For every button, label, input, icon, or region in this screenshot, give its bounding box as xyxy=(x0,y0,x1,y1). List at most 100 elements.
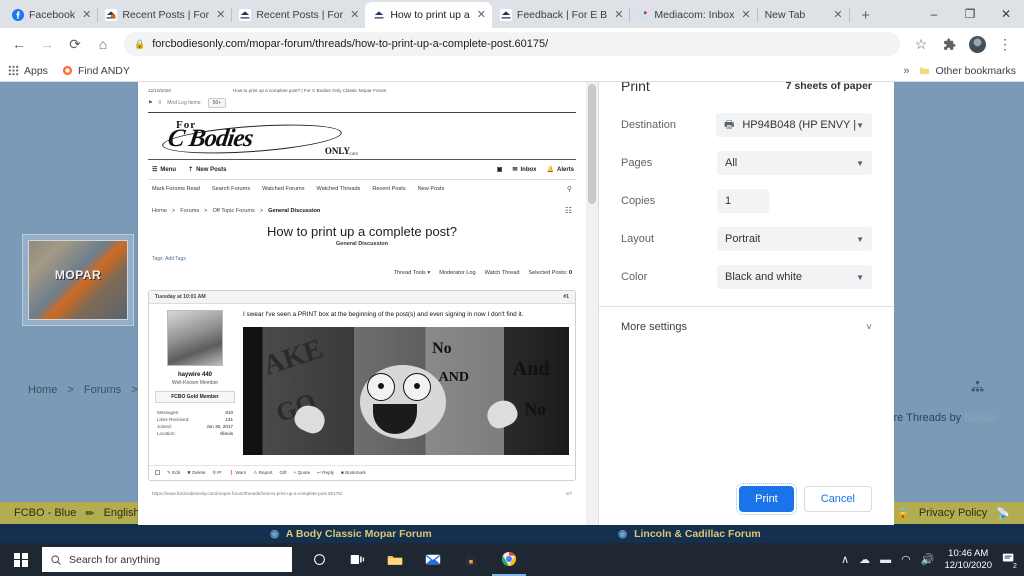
notification-center-icon[interactable]: 2 xyxy=(1002,551,1016,568)
background-breadcrumb-home[interactable]: Home xyxy=(28,384,57,396)
nav-recent-posts[interactable]: Recent Posts xyxy=(372,186,405,192)
post-image[interactable]: AKE GO No AND And No xyxy=(243,327,569,455)
color-select[interactable]: Black and white ▼ xyxy=(717,265,872,289)
link-lincoln-cadillac-forum[interactable]: ◉ Lincoln & Cadillac Forum xyxy=(618,528,761,540)
breadcrumb-forums[interactable]: Forums xyxy=(180,208,199,214)
post-number[interactable]: #1 xyxy=(563,294,569,300)
post-timestamp[interactable]: Tuesday at 10:01 AM xyxy=(155,294,206,300)
post-action-bookmark[interactable]: ■ Bookmark xyxy=(341,470,366,475)
tab-close-icon[interactable]: ✕ xyxy=(82,10,91,21)
nav-new-posts-item[interactable]: ⇡New Posts xyxy=(188,166,226,173)
site-logo[interactable]: For C Bodies ONLY .com xyxy=(148,113,576,159)
reload-button[interactable]: ⟳ xyxy=(62,31,88,57)
moderator-log-link[interactable]: Moderator Log xyxy=(439,270,475,276)
nav-watched-forums[interactable]: Watched Forums xyxy=(262,186,304,192)
bookmark-apps[interactable]: Apps xyxy=(8,65,48,77)
more-settings-toggle[interactable]: More settings ˅ xyxy=(599,307,894,347)
maximize-button[interactable]: ❐ xyxy=(952,0,988,28)
tab-close-icon[interactable]: ✕ xyxy=(833,10,842,21)
taskbar-clock[interactable]: 10:46 AM 12/10/2020 xyxy=(944,548,992,572)
sitemap-icon[interactable] xyxy=(971,380,984,396)
style-chooser-label[interactable]: FCBO - Blue xyxy=(14,507,76,519)
nav-mark-forums-read[interactable]: Mark Forums Read xyxy=(152,186,200,192)
layout-select[interactable]: Portrait ▼ xyxy=(717,227,872,251)
bookmark-star-icon[interactable]: ☆ xyxy=(908,31,934,57)
post-action-gift[interactable]: Gift xyxy=(280,470,287,475)
post-action-edit[interactable]: ✎ Edit xyxy=(167,470,180,476)
show-hidden-icons[interactable]: ∧ xyxy=(841,553,849,566)
tab-close-icon[interactable]: ✕ xyxy=(216,10,225,21)
sitemap-icon[interactable]: ☷ xyxy=(565,206,572,215)
browser-tab-3-active[interactable]: How to print up a ✕ xyxy=(365,2,492,28)
browser-tab-6[interactable]: New Tab ✕ xyxy=(757,2,849,28)
forum-attachment-thumbnail[interactable] xyxy=(22,234,134,326)
chrome-icon[interactable] xyxy=(492,543,526,576)
profile-avatar[interactable] xyxy=(964,31,990,57)
post-select-checkbox[interactable] xyxy=(155,470,160,475)
mod-log-count-pill[interactable]: 50+ xyxy=(208,98,226,108)
post-action-quote[interactable]: + Quote xyxy=(294,470,310,475)
privacy-policy-link[interactable]: Privacy Policy xyxy=(919,507,987,519)
back-button[interactable]: ← xyxy=(6,31,32,57)
task-view-icon[interactable] xyxy=(340,543,374,576)
breadcrumb-home[interactable]: Home xyxy=(152,208,167,214)
tab-close-icon[interactable]: ✕ xyxy=(741,10,750,21)
rss-icon[interactable]: 📡 xyxy=(996,507,1010,520)
mail-icon[interactable] xyxy=(416,543,450,576)
avatar[interactable] xyxy=(167,310,223,366)
nav-new-posts[interactable]: New Posts xyxy=(418,186,445,192)
nav-inbox-item[interactable]: ✉Inbox xyxy=(512,166,536,173)
tab-close-icon[interactable]: ✕ xyxy=(614,10,623,21)
bookmark-find-andy[interactable]: Find ANDY xyxy=(62,65,130,77)
post-action-delete[interactable]: ✖ Delete xyxy=(187,470,205,476)
close-window-button[interactable]: ✕ xyxy=(988,0,1024,28)
browser-tab-5[interactable]: Mediacom: Inbox ✕ xyxy=(629,2,756,28)
thread-tools-button[interactable]: Thread Tools ▾ xyxy=(394,270,431,276)
nav-menu-item[interactable]: ☰Menu xyxy=(152,166,176,173)
pages-select[interactable]: All ▼ xyxy=(717,151,872,175)
print-button[interactable]: Print xyxy=(739,486,794,512)
add-tags-link[interactable]: Add Tags xyxy=(165,256,186,262)
tab-close-icon[interactable]: ✕ xyxy=(350,10,359,21)
extensions-icon[interactable] xyxy=(936,31,962,57)
cortana-icon[interactable] xyxy=(302,543,336,576)
post-author-name[interactable]: haywire 440 xyxy=(155,372,235,378)
volume-icon[interactable]: 🔊 xyxy=(921,553,935,566)
store-icon[interactable] xyxy=(454,543,488,576)
post-action-ip[interactable]: ⚲ IP xyxy=(212,470,221,476)
post-action-reply[interactable]: ↩ Reply xyxy=(317,470,334,476)
copies-input[interactable]: 1 xyxy=(717,189,769,213)
destination-select[interactable]: 🖶 HP94B048 (HP ENVY | ▼ xyxy=(716,113,872,137)
browser-tab-1[interactable]: Recent Posts | For ✕ xyxy=(97,2,231,28)
nav-watched-threads[interactable]: Watched Threads xyxy=(317,186,361,192)
start-button[interactable] xyxy=(0,543,42,576)
browser-menu-icon[interactable]: ⋮ xyxy=(992,31,1018,57)
taskbar-search-input[interactable]: Search for anything xyxy=(42,547,292,572)
address-bar[interactable]: 🔒 forcbodiesonly.com/mopar-forum/threads… xyxy=(124,32,900,56)
post-action-warn[interactable]: ❗ Warn xyxy=(228,470,246,476)
bookmarks-overflow-icon[interactable]: » xyxy=(903,65,909,77)
onedrive-icon[interactable]: ☁ xyxy=(859,553,870,566)
breadcrumb-general-discussion[interactable]: General Discussion xyxy=(268,208,320,214)
user-icon[interactable]: ▣ xyxy=(497,166,503,173)
search-icon[interactable]: ⚲ xyxy=(567,185,572,193)
tab-close-icon[interactable]: ✕ xyxy=(477,10,486,21)
new-tab-button[interactable]: + xyxy=(853,2,879,28)
nav-search-forums[interactable]: Search Forums xyxy=(212,186,250,192)
preview-scrollbar[interactable] xyxy=(586,82,598,525)
cancel-button[interactable]: Cancel xyxy=(804,486,872,512)
other-bookmarks-folder[interactable]: Other bookmarks xyxy=(919,65,1016,77)
more-threads-author[interactable]: Nobita xyxy=(964,412,996,424)
wifi-icon[interactable]: ◠ xyxy=(901,553,911,566)
browser-tab-4[interactable]: Feedback | For E B ✕ xyxy=(492,2,629,28)
battery-icon[interactable]: ▬ xyxy=(880,554,891,566)
post-action-report[interactable]: ⚠ Report xyxy=(253,470,272,476)
home-button[interactable]: ⌂ xyxy=(90,31,116,57)
browser-tab-2[interactable]: Recent Posts | For ✕ xyxy=(231,2,365,28)
forward-button[interactable]: → xyxy=(34,31,60,57)
file-explorer-icon[interactable] xyxy=(378,543,412,576)
nav-alerts-item[interactable]: 🔔Alerts xyxy=(547,166,575,173)
preview-scrollbar-thumb[interactable] xyxy=(588,84,596,204)
breadcrumb-off-topic[interactable]: Off Topic Forums xyxy=(212,208,254,214)
background-breadcrumb-forums[interactable]: Forums xyxy=(84,384,121,396)
